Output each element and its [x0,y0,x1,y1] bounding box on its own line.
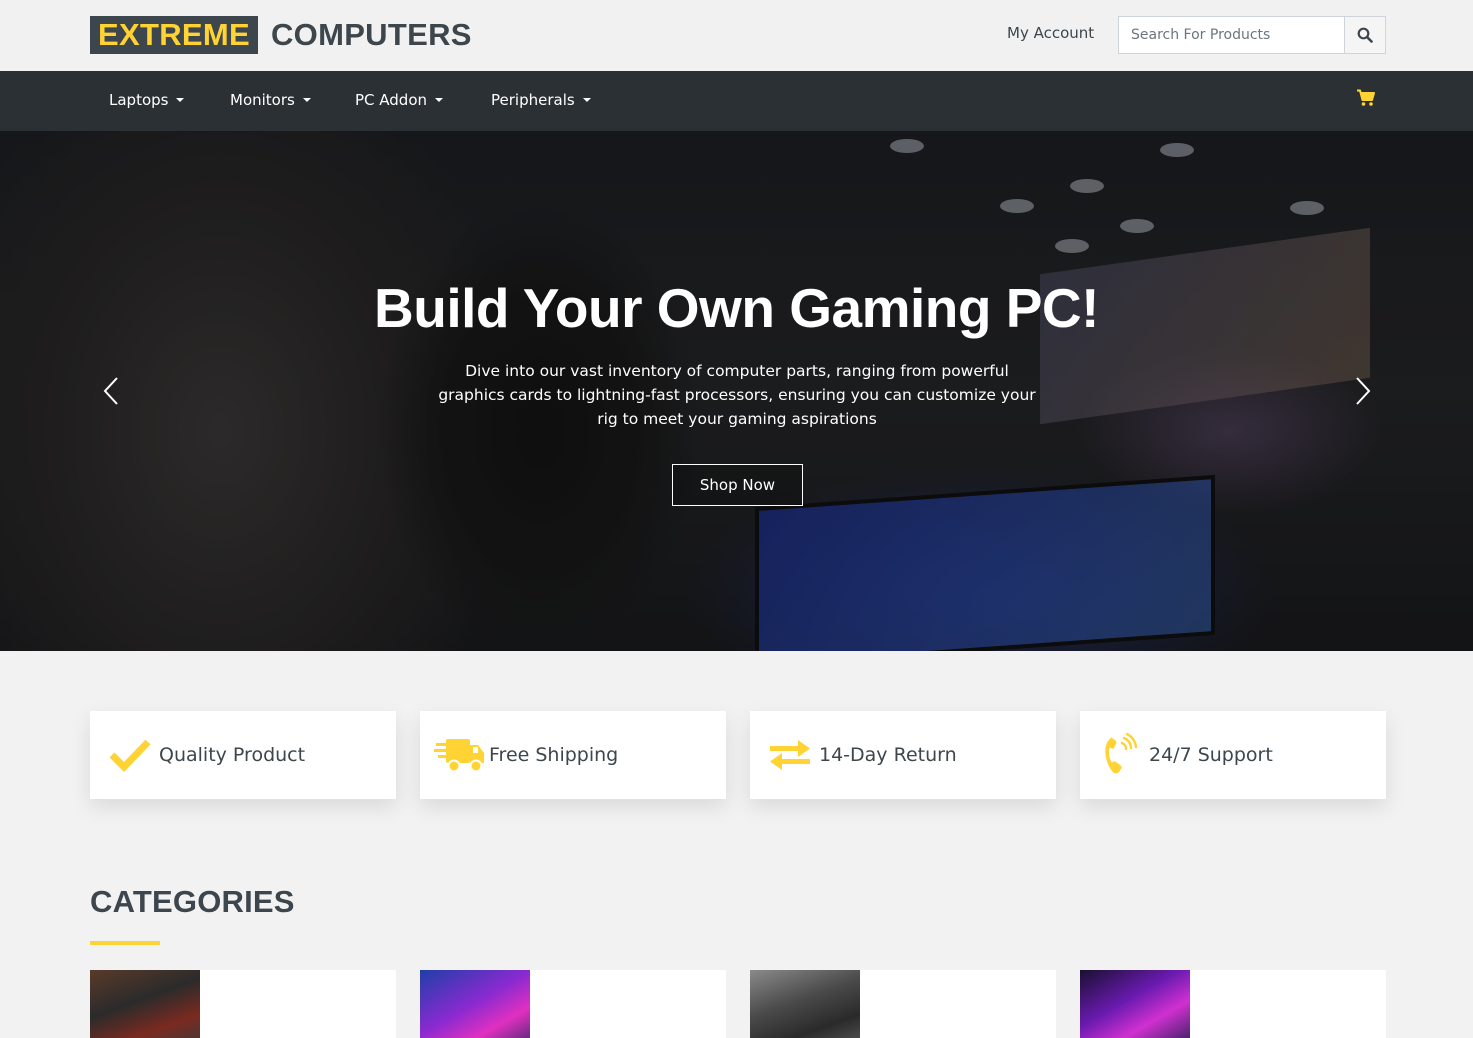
category-image [420,970,530,1038]
hero-description: Dive into our vast inventory of computer… [438,362,1036,428]
brand-logo[interactable]: EXTREME COMPUTERS [90,16,472,54]
cart-button[interactable] [1356,89,1376,111]
nav-item-peripherals[interactable]: Peripherals [491,91,591,109]
chevron-right-icon [1356,377,1371,405]
category-image [750,970,860,1038]
section-title-underline [90,941,160,945]
category-card-monitors[interactable] [420,970,726,1038]
carousel-next-button[interactable] [1354,376,1372,410]
section-title-categories: CATEGORIES [90,884,295,919]
chevron-left-icon [103,377,118,405]
search-button[interactable] [1344,17,1385,53]
caret-down-icon [435,98,444,102]
brand-highlight: EXTREME [90,16,258,54]
nav-item-monitors[interactable]: Monitors [230,91,311,109]
search-icon [1357,27,1373,43]
exchange-icon [770,740,810,770]
feature-label: Quality Product [159,744,306,766]
my-account-link[interactable]: My Account [1007,24,1094,42]
category-image [90,970,200,1038]
feature-free-shipping: Free Shipping [420,711,726,799]
hero-carousel: Build Your Own Gaming PC! Dive into our … [0,131,1473,651]
nav-item-label: PC Addon [355,91,428,109]
category-card-laptops[interactable] [90,970,396,1038]
feature-label: Free Shipping [489,744,619,766]
main-navbar: Laptops Monitors PC Addon Peripherals [0,71,1473,131]
shop-now-button[interactable]: Shop Now [672,464,803,506]
search-input[interactable] [1119,17,1344,53]
carousel-prev-button[interactable] [102,376,120,410]
check-icon [109,739,151,772]
category-card-peripherals[interactable] [1080,970,1386,1038]
nav-item-label: Monitors [230,91,295,109]
hero-title: Build Your Own Gaming PC! [374,277,1099,339]
caret-down-icon [302,98,311,102]
feature-14-day-return: 14-Day Return [750,711,1056,799]
truck-icon [434,739,484,773]
nav-item-laptops[interactable]: Laptops [109,91,185,109]
brand-rest: COMPUTERS [270,17,472,52]
category-image [1080,970,1190,1038]
caret-down-icon [582,98,591,102]
feature-24-7-support: 24/7 Support [1080,711,1386,799]
cart-icon [1357,89,1375,106]
caret-down-icon [176,98,185,102]
nav-item-label: Peripherals [491,91,575,109]
feature-label: 24/7 Support [1149,744,1273,766]
nav-item-label: Laptops [109,91,169,109]
top-header: EXTREME COMPUTERS My Account [0,0,1473,71]
nav-item-pc-addon[interactable]: PC Addon [355,91,444,109]
feature-quality-product: Quality Product [90,711,396,799]
phone-volume-icon [1105,733,1138,774]
search-form [1118,16,1386,54]
feature-label: 14-Day Return [819,744,957,766]
category-card-pc-addon[interactable] [750,970,1056,1038]
